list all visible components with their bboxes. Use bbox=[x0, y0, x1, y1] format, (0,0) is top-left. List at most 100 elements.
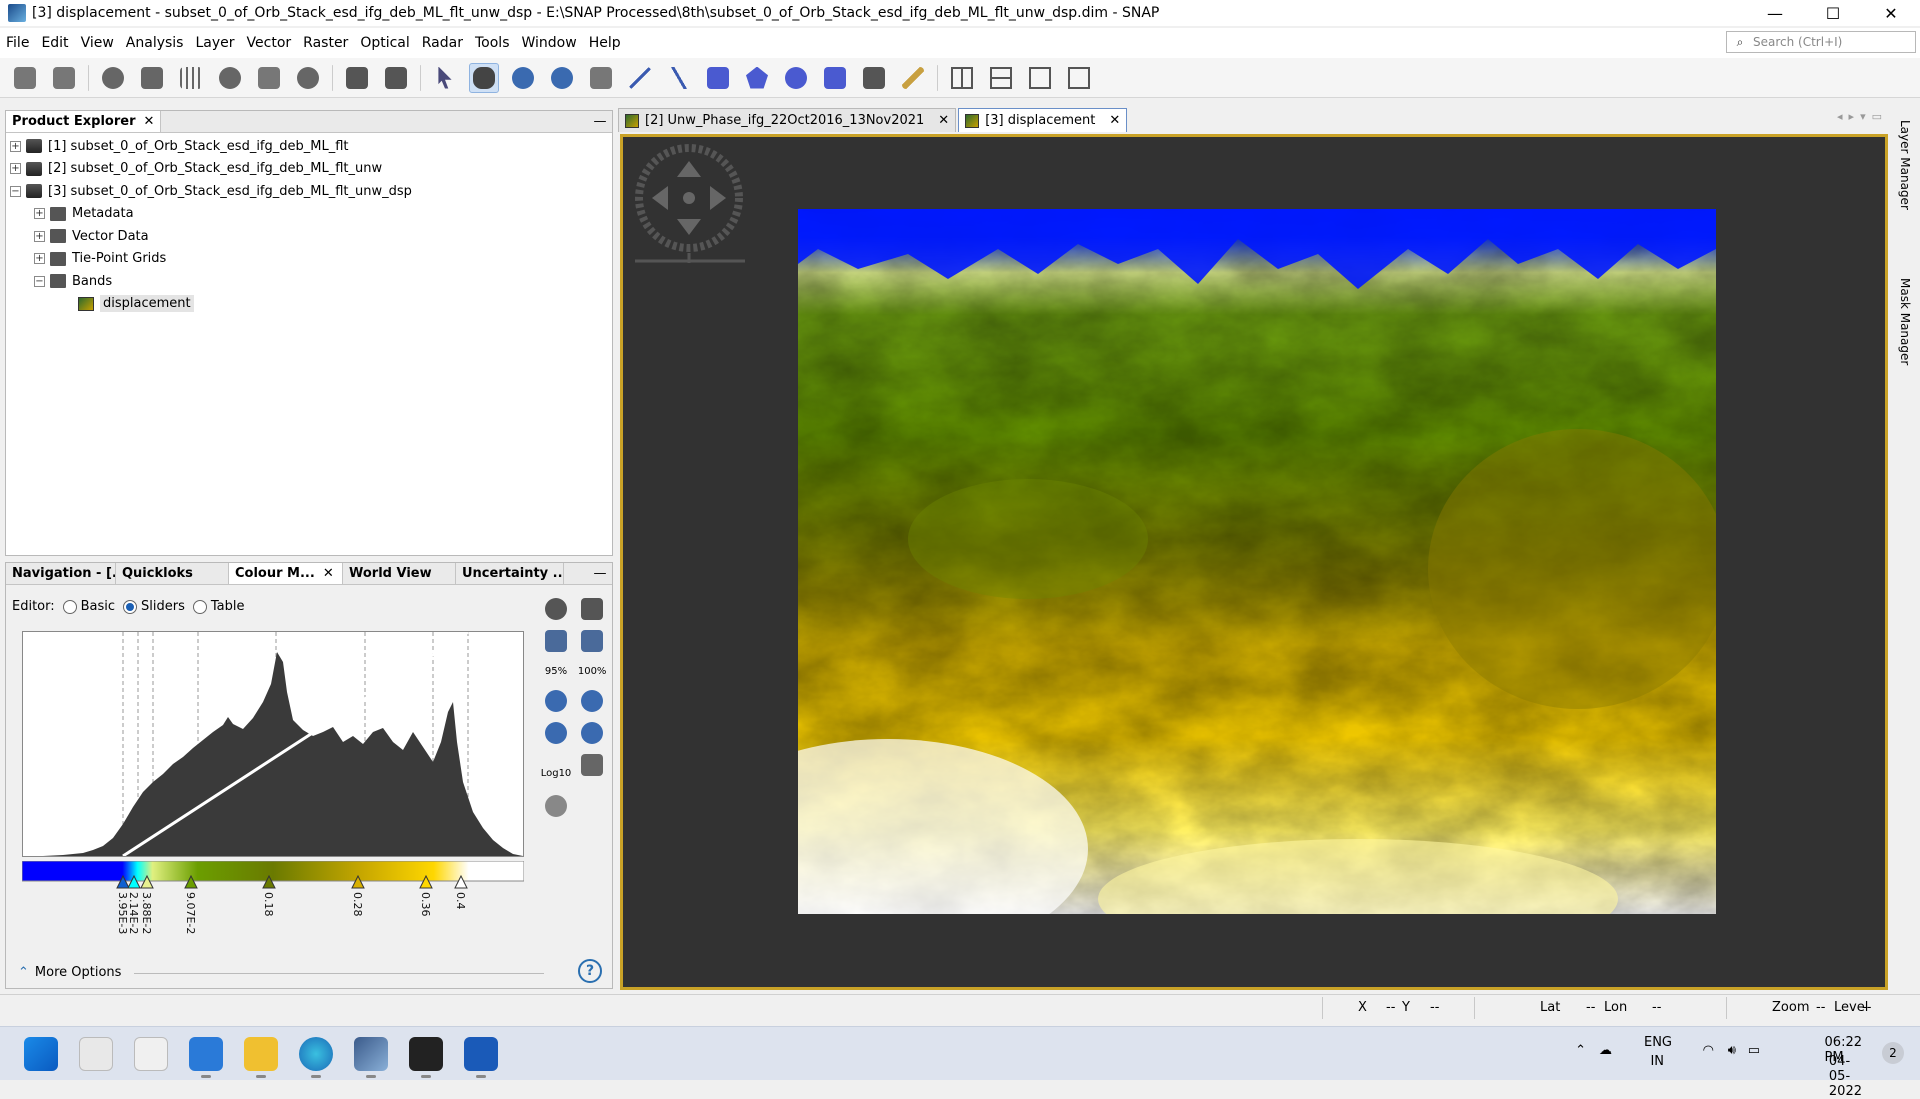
maximize-button[interactable]: ☐ bbox=[1804, 0, 1862, 26]
tree-product-1[interactable]: + [1] subset_0_of_Orb_Stack_esd_ifg_deb_… bbox=[6, 135, 612, 158]
tree-node-bands[interactable]: − Bands bbox=[6, 270, 612, 293]
more-options-toggle[interactable]: ⌃ More Options bbox=[18, 965, 121, 980]
tree-product-3[interactable]: − [3] subset_0_of_Orb_Stack_esd_ifg_deb_… bbox=[6, 180, 612, 203]
menu-analysis[interactable]: Analysis bbox=[120, 28, 190, 58]
zoom-tool-button[interactable] bbox=[508, 63, 538, 93]
expand-icon[interactable]: + bbox=[10, 140, 21, 152]
volume-icon[interactable]: 🔊︎ bbox=[1728, 1043, 1736, 1058]
radio-basic[interactable] bbox=[62, 599, 77, 614]
ellipse-tool-button[interactable] bbox=[781, 63, 811, 93]
log-scale-button[interactable]: Log10 bbox=[541, 760, 572, 788]
menu-window[interactable]: Window bbox=[516, 28, 583, 58]
expand-icon[interactable]: + bbox=[34, 230, 45, 242]
multi-assign-button[interactable] bbox=[577, 595, 607, 623]
snipping-tool-icon[interactable] bbox=[134, 1037, 168, 1071]
notepad-icon[interactable] bbox=[189, 1037, 223, 1078]
gcp-button[interactable] bbox=[254, 63, 284, 93]
terminal-icon[interactable] bbox=[409, 1037, 443, 1078]
import-button[interactable] bbox=[541, 627, 571, 655]
close-button[interactable]: ✕ bbox=[1862, 0, 1920, 26]
view-nav-arrows[interactable]: ◂▸▾▭ bbox=[1837, 110, 1888, 123]
expand-icon[interactable]: + bbox=[34, 253, 45, 265]
menu-vector[interactable]: Vector bbox=[241, 28, 298, 58]
reset-button[interactable] bbox=[541, 595, 571, 623]
slider-markers[interactable]: 3.95E-3 2.14E-2 3.88E-2 9.07E-2 0.18 0.2… bbox=[22, 875, 524, 965]
onedrive-icon[interactable]: ☁ bbox=[1599, 1043, 1612, 1058]
select-tool-button[interactable] bbox=[430, 63, 460, 93]
start-icon[interactable] bbox=[24, 1037, 58, 1071]
tab-world-view[interactable]: World View bbox=[343, 563, 456, 584]
pin-placing-tool-button[interactable] bbox=[547, 63, 577, 93]
world-map-button[interactable] bbox=[293, 63, 323, 93]
snap-taskbar-icon[interactable] bbox=[354, 1037, 388, 1078]
line-tool-button[interactable] bbox=[625, 63, 655, 93]
collapse-icon[interactable]: − bbox=[10, 185, 21, 197]
range-finder-button[interactable] bbox=[859, 63, 889, 93]
minimize-panel-button[interactable]: — bbox=[588, 111, 612, 132]
polyline-tool-button[interactable] bbox=[664, 63, 694, 93]
tile-horizontal-button[interactable] bbox=[947, 63, 977, 93]
tab-product-explorer[interactable]: Product Explorer ✕ bbox=[6, 111, 162, 132]
language-code[interactable]: ENG bbox=[1644, 1035, 1672, 1050]
radio-table-label[interactable]: Table bbox=[211, 599, 245, 614]
tree-band-displacement[interactable]: displacement bbox=[6, 293, 612, 316]
navigation-control[interactable] bbox=[629, 143, 749, 263]
magic-wand-button[interactable] bbox=[820, 63, 850, 93]
tab-navigation[interactable]: Navigation - [... bbox=[6, 563, 116, 584]
image-view[interactable] bbox=[620, 134, 1888, 990]
minimize-button[interactable]: — bbox=[1746, 0, 1804, 26]
distribute-sliders-button[interactable] bbox=[577, 751, 607, 779]
menu-raster[interactable]: Raster bbox=[297, 28, 354, 58]
rectangle-tool-button[interactable] bbox=[703, 63, 733, 93]
close-icon[interactable]: ✕ bbox=[143, 114, 154, 129]
open-product-button[interactable] bbox=[10, 63, 40, 93]
word-icon[interactable] bbox=[464, 1037, 498, 1078]
wifi-icon[interactable]: ◠ bbox=[1703, 1043, 1714, 1058]
region-code[interactable]: IN bbox=[1650, 1054, 1664, 1069]
layer-manager-tab[interactable]: Layer Manager bbox=[1898, 120, 1912, 210]
histogram[interactable] bbox=[22, 630, 524, 858]
tile-single-button[interactable] bbox=[1064, 63, 1094, 93]
close-icon[interactable]: ✕ bbox=[323, 566, 334, 581]
menu-edit[interactable]: Edit bbox=[35, 28, 74, 58]
menu-radar[interactable]: Radar bbox=[416, 28, 469, 58]
minimize-panel-button[interactable]: — bbox=[588, 563, 612, 584]
zoom-out-horizontal-button[interactable] bbox=[577, 719, 607, 747]
tab-quicklooks[interactable]: Quickloks bbox=[116, 563, 229, 584]
information-button[interactable] bbox=[541, 792, 571, 820]
tree-node-vector-data[interactable]: + Vector Data bbox=[6, 225, 612, 248]
tree-product-2[interactable]: + [2] subset_0_of_Orb_Stack_esd_ifg_deb_… bbox=[6, 158, 612, 181]
search-input[interactable]: ⌕ Search (Ctrl+I) bbox=[1726, 31, 1916, 53]
menu-help[interactable]: Help bbox=[583, 28, 627, 58]
tab-displacement[interactable]: [3] displacement ✕ bbox=[958, 108, 1128, 132]
zoom-out-vertical-button[interactable] bbox=[577, 687, 607, 715]
zoom-in-vertical-button[interactable] bbox=[541, 687, 571, 715]
radio-basic-label[interactable]: Basic bbox=[81, 599, 115, 614]
menu-file[interactable]: File bbox=[0, 28, 35, 58]
notification-badge[interactable]: 2 bbox=[1882, 1042, 1904, 1064]
zoom-in-horizontal-button[interactable] bbox=[541, 719, 571, 747]
edge-icon[interactable] bbox=[299, 1037, 333, 1078]
gcp-placing-tool-button[interactable] bbox=[586, 63, 616, 93]
pin-button[interactable] bbox=[215, 63, 245, 93]
file-explorer-icon[interactable] bbox=[244, 1037, 278, 1078]
close-icon[interactable]: ✕ bbox=[1109, 113, 1120, 128]
menu-view[interactable]: View bbox=[75, 28, 120, 58]
menu-optical[interactable]: Optical bbox=[354, 28, 415, 58]
range-95-button[interactable]: 95% bbox=[541, 659, 571, 683]
menu-layer[interactable]: Layer bbox=[189, 28, 240, 58]
chevron-up-icon[interactable]: ⌃ bbox=[1575, 1043, 1586, 1058]
save-product-button[interactable] bbox=[49, 63, 79, 93]
tree-node-metadata[interactable]: + Metadata bbox=[6, 203, 612, 226]
pan-tool-button[interactable] bbox=[469, 62, 499, 93]
expand-icon[interactable]: + bbox=[10, 163, 21, 175]
menu-tools[interactable]: Tools bbox=[469, 28, 516, 58]
radio-sliders[interactable] bbox=[123, 599, 138, 614]
help-button[interactable]: ? bbox=[578, 959, 602, 983]
graticule-button[interactable] bbox=[176, 63, 206, 93]
band-maths-button[interactable] bbox=[98, 63, 128, 93]
graph-builder-button[interactable] bbox=[342, 63, 372, 93]
collapse-icon[interactable]: − bbox=[34, 275, 45, 287]
store-icon[interactable] bbox=[79, 1037, 113, 1071]
tile-vertical-button[interactable] bbox=[986, 63, 1016, 93]
